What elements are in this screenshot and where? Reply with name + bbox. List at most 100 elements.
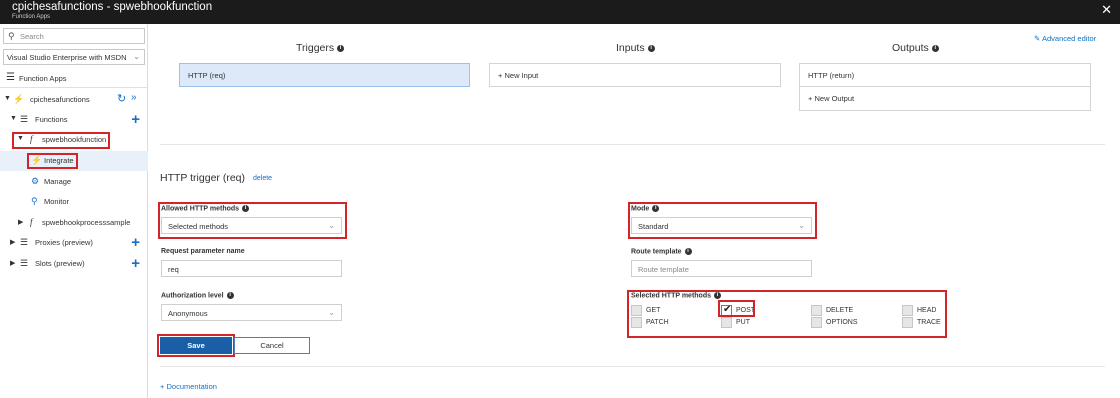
function-apps-header[interactable]: ☰ Function Apps [0,68,148,88]
request-param-input[interactable]: req [161,260,342,277]
chevron-down-icon: ⌄ [133,52,140,61]
tree-item-functions[interactable]: ▼ ☰ Functions + [0,110,148,130]
documentation-link[interactable]: + Documentation [160,382,217,391]
triggers-title-text: Triggers [296,42,335,54]
checkbox-patch[interactable] [631,317,642,328]
chevron-down-icon: ⌄ [328,308,335,317]
plus-icon: + [498,71,503,80]
auth-level-label-text: Authorization level [161,292,224,300]
checkbox-delete[interactable] [811,305,822,316]
divider [160,144,1105,145]
gear-icon: ⚙ [31,176,40,186]
caret-right-icon[interactable]: ▶ [10,259,15,267]
manage-label: Manage [44,177,72,186]
highlight-box [12,132,110,149]
auth-level-value: Anonymous [168,309,208,318]
tree-item-monitor[interactable]: ⚲ Monitor [0,192,148,212]
add-proxy-plus-icon[interactable]: + [131,234,140,251]
delete-label: DELETE [826,307,854,314]
delete-link[interactable]: delete [253,175,272,182]
info-icon[interactable]: i [714,292,722,299]
advanced-editor-label: Advanced editor [1041,34,1097,43]
main-panel: Triggers i Inputs i Outputs i ✎ Advanced ed… [148,24,1120,398]
selected-methods-label: Selected HTTP methods i [631,292,722,299]
trigger-label: HTTP (req) [188,71,226,80]
info-icon[interactable]: i [337,44,345,52]
close-icon[interactable]: ✕ [1101,2,1112,18]
get-label: GET [646,307,661,314]
checkbox-head[interactable] [902,305,913,316]
triggers-title: Triggers i [296,42,345,54]
head-label: HEAD [917,307,937,314]
magnifier-icon: ⚲ [31,196,38,206]
list-icon: ☰ [20,258,29,268]
route-template-label: Route template i [631,248,692,255]
refresh-icon[interactable]: ↻ [117,92,126,105]
trigger-http-req[interactable]: HTTP (req) [179,63,470,87]
double-chevron-icon[interactable]: » [131,92,137,103]
add-slot-plus-icon[interactable]: + [131,255,140,272]
options-label: OPTIONS [826,319,858,326]
divider [160,366,1105,367]
highlight-box [718,300,755,317]
sidebar: ⚲ Search Visual Studio Enterprise with M… [0,24,148,398]
info-icon[interactable]: i [226,292,234,299]
new-output-button[interactable]: + New Output [800,87,1090,110]
subscription-dropdown[interactable]: Visual Studio Enterprise with MSDN ⌄ [3,49,145,65]
window-title: cpichesafunctions - spwebhookfunction [12,1,213,13]
new-input-button[interactable]: + New Input [489,63,781,87]
tree-item-spwebhookprocesssample[interactable]: ▶ f spwebhookprocesssample [0,213,148,233]
new-input-label: New Input [504,71,539,80]
function-apps-label: Function Apps [19,74,67,83]
request-param-label: Request parameter name [161,248,245,255]
tree-item-proxies[interactable]: ▶ ☰ Proxies (preview) + [0,233,148,253]
request-param-value: req [168,265,179,274]
advanced-editor-link[interactable]: ✎ Advanced editor [1034,34,1096,43]
cancel-button[interactable]: Cancel [234,337,310,354]
route-template-input[interactable]: Route template [631,260,812,277]
auth-level-dropdown[interactable]: Anonymous ⌄ [161,304,342,321]
checkbox-trace[interactable] [902,317,913,328]
info-icon[interactable]: i [684,248,692,255]
highlight-box [158,202,347,239]
trace-label: TRACE [917,319,941,326]
info-icon[interactable]: i [931,44,939,52]
outputs-title-text: Outputs [892,42,929,54]
highlight-box [628,202,817,239]
plus-icon: + [160,382,165,391]
new-output-label: New Output [814,94,855,103]
caret-right-icon[interactable]: ▶ [10,238,15,246]
output-http-return[interactable]: HTTP (return) [800,64,1090,87]
patch-label: PATCH [646,319,669,326]
subscription-value: Visual Studio Enterprise with MSDN [7,53,127,62]
put-label: PUT [736,319,750,326]
inputs-title-text: Inputs [616,42,645,54]
caret-right-icon[interactable]: ▶ [18,218,23,226]
inputs-title: Inputs i [616,42,655,54]
caret-down-icon[interactable]: ▼ [4,95,11,102]
outputs-box: HTTP (return) + New Output [799,63,1091,111]
plus-icon: + [808,94,813,103]
title-bar: cpichesafunctions - spwebhookfunction Fu… [0,0,1120,24]
checkbox-put[interactable] [721,317,732,328]
app-label: cpichesafunctions [30,95,90,104]
slots-label: Slots (preview) [35,259,85,268]
search-input[interactable]: ⚲ Search [3,28,145,44]
add-function-plus-icon[interactable]: + [131,111,140,128]
documentation-label: Documentation [166,382,217,391]
caret-down-icon[interactable]: ▼ [10,115,17,122]
other-function-label: spwebhookprocesssample [42,218,131,227]
highlight-box [27,153,78,169]
list-icon: ☰ [20,237,29,247]
tree-item-manage[interactable]: ⚙ Manage [0,172,148,192]
proxies-label: Proxies (preview) [35,238,93,247]
monitor-label: Monitor [44,197,70,206]
functions-label: Functions [35,115,68,124]
tree-item-slots[interactable]: ▶ ☰ Slots (preview) + [0,254,148,274]
list-icon: ☰ [20,114,29,124]
tree-item-app[interactable]: ▼ ⚡ cpichesafunctions ↻ » [0,90,148,110]
new-output-text: + New Output [808,94,854,103]
checkbox-options[interactable] [811,317,822,328]
checkbox-get[interactable] [631,305,642,316]
info-icon[interactable]: i [647,44,655,52]
